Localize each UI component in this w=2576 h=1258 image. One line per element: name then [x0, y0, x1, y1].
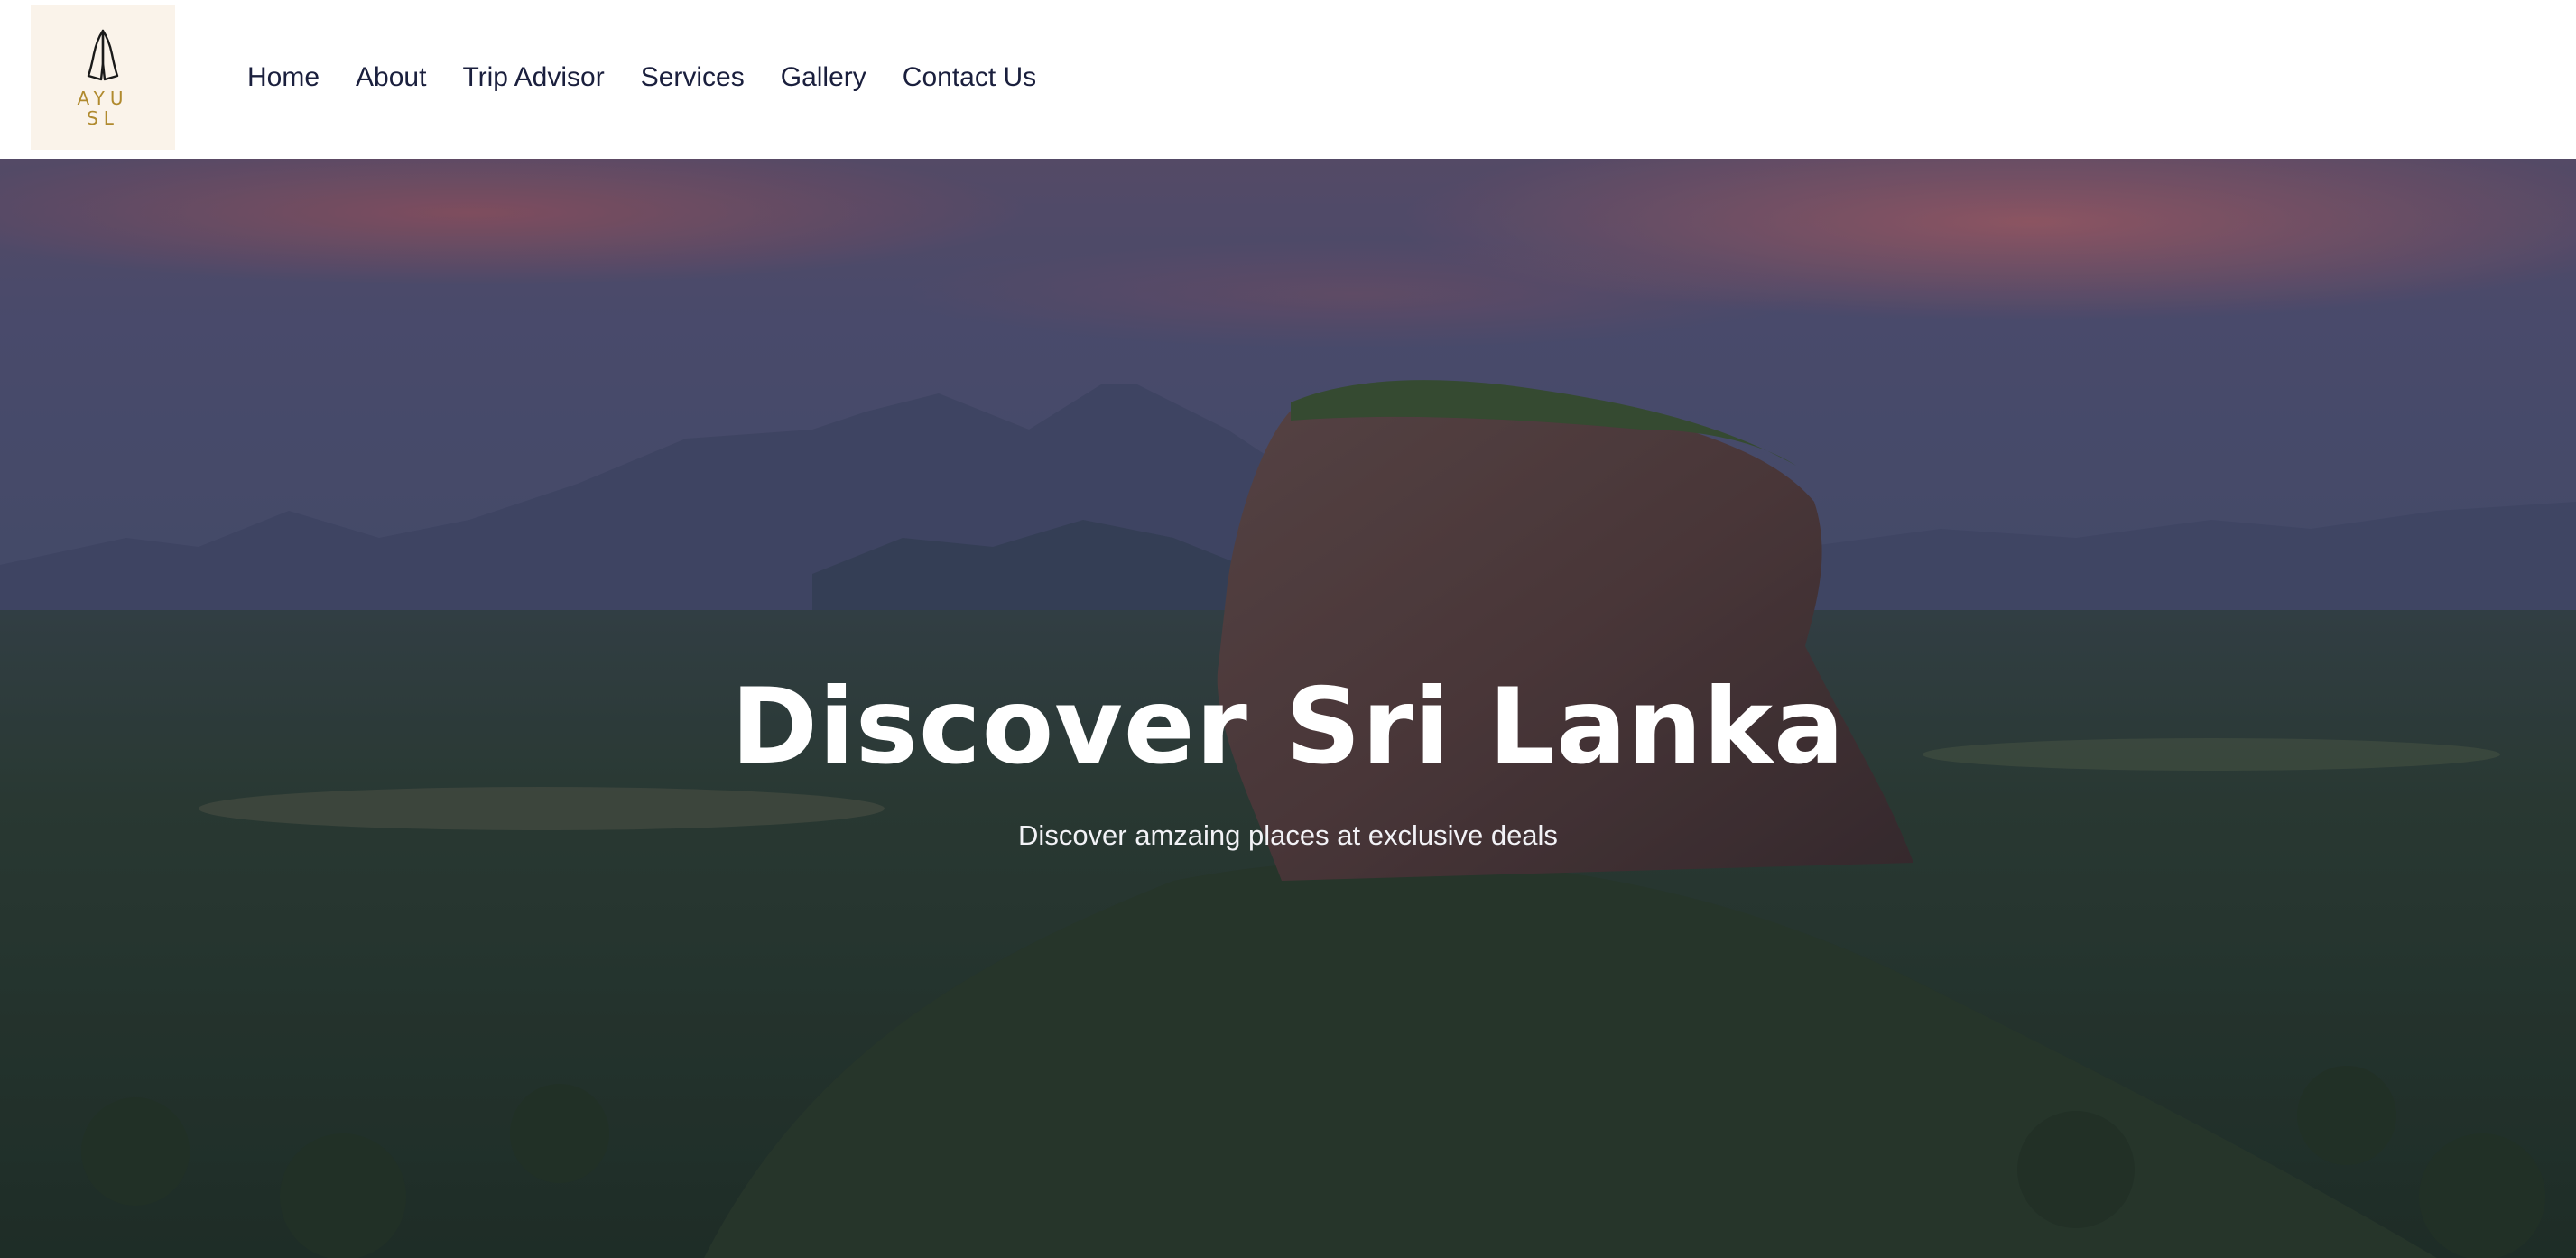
- praying-hands-icon: [87, 29, 119, 81]
- nav-link-about[interactable]: About: [356, 58, 426, 97]
- main-nav: Home About Trip Advisor Services Gallery…: [247, 58, 1072, 97]
- nav-link-services[interactable]: Services: [641, 58, 745, 97]
- nav-link-trip-advisor[interactable]: Trip Advisor: [462, 58, 604, 97]
- logo-line-1: AYU: [77, 88, 129, 109]
- nav-link-gallery[interactable]: Gallery: [781, 58, 866, 97]
- top-navbar: AYU SL Home About Trip Advisor Services …: [0, 0, 2576, 159]
- hero-banner: Discover Sri Lanka Discover amzaing plac…: [0, 159, 2576, 1258]
- brand-logo[interactable]: AYU SL: [31, 5, 175, 150]
- logo-wordmark: AYU SL: [62, 88, 144, 128]
- hero-title: Discover Sri Lanka: [730, 666, 1846, 788]
- nav-link-home[interactable]: Home: [247, 58, 320, 97]
- hero-subtitle: Discover amzaing places at exclusive dea…: [1018, 819, 1558, 851]
- logo-line-2: SL: [87, 107, 119, 129]
- nav-link-contact-us[interactable]: Contact Us: [903, 58, 1036, 97]
